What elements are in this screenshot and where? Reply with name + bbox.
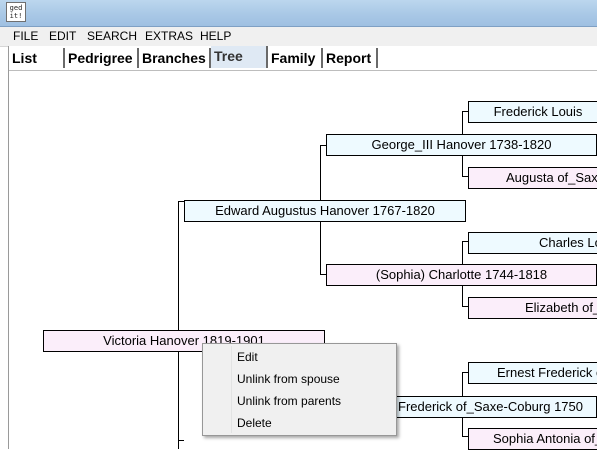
menu-edit[interactable]: EDIT: [49, 29, 76, 43]
menu-bar: FILE EDIT SEARCH EXTRAS HELP: [0, 27, 597, 47]
menu-gutter: [231, 346, 232, 433]
context-menu: Edit Unlink from spouse Unlink from pare…: [202, 343, 397, 436]
menu-help[interactable]: HELP: [200, 29, 231, 43]
connector-line: [178, 440, 184, 441]
person-node-charles[interactable]: Charles Lo: [468, 232, 597, 254]
context-edit[interactable]: Edit: [237, 350, 258, 364]
context-unlink-parents[interactable]: Unlink from parents: [237, 394, 341, 408]
app-icon: ged it!: [6, 2, 26, 22]
menu-file[interactable]: FILE: [13, 29, 38, 43]
tab-tree[interactable]: Tree: [211, 46, 268, 68]
person-node-charlotte[interactable]: (Sophia) Charlotte 1744-1818: [326, 264, 597, 286]
person-node-frederick-louis[interactable]: Frederick Louis: [468, 101, 597, 123]
person-node-ernest-frederick[interactable]: Ernest Frederick o: [468, 362, 597, 384]
tab-family[interactable]: Family: [268, 48, 323, 68]
person-node-augusta[interactable]: Augusta of_Saxe: [468, 167, 597, 189]
menu-search[interactable]: SEARCH: [87, 29, 137, 43]
person-node-edward-augustus[interactable]: Edward Augustus Hanover 1767-1820: [184, 200, 466, 222]
context-unlink-spouse[interactable]: Unlink from spouse: [237, 372, 340, 386]
tab-pedrigree[interactable]: Pedrigree: [65, 48, 139, 68]
tab-list[interactable]: List: [9, 48, 65, 68]
menu-extras[interactable]: EXTRAS: [145, 29, 193, 43]
tab-branches[interactable]: Branches: [139, 48, 211, 68]
connector-line: [178, 201, 179, 449]
context-delete[interactable]: Delete: [237, 416, 272, 430]
person-node-george-iii[interactable]: George_III Hanover 1738-1820: [326, 134, 597, 156]
tab-bar: List Pedrigree Branches Tree Family Repo…: [8, 46, 597, 71]
title-bar: ged it!: [0, 0, 597, 27]
person-node-elizabeth[interactable]: Elizabeth of_: [468, 297, 597, 319]
person-node-sophia-antonia[interactable]: Sophia Antonia of_: [468, 428, 597, 450]
tab-report[interactable]: Report: [323, 48, 378, 68]
